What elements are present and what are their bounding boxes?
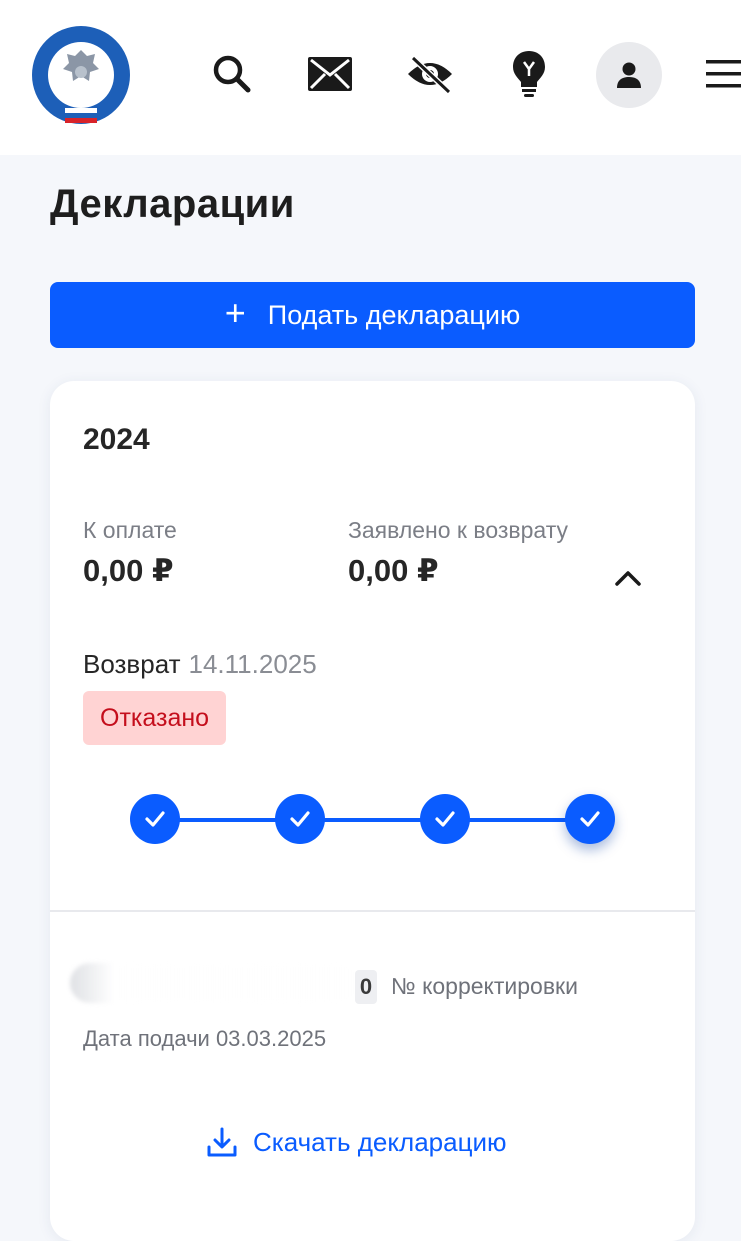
declaration-card: 2024 К оплате 0,00 ₽ Заявлено к возврату… [50,381,695,1241]
declared-refund-label: Заявлено к возврату [348,517,569,543]
download-icon [207,1127,237,1157]
progress-step-3 [420,794,470,844]
plus-icon: + [224,292,246,333]
progress-step-1 [130,794,180,844]
check-icon [435,811,455,827]
page-title: Декларации [50,182,295,226]
card-divider [50,910,695,912]
download-label: Скачать декларацию [253,1126,507,1157]
refund-date: 14.11.2025 [188,649,317,679]
declaration-year: 2024 [83,423,150,456]
fns-emblem-icon[interactable] [30,24,132,126]
correction-label: № корректировки [391,973,578,999]
redacted-region [70,963,360,1003]
refund-label: Возврат [83,649,181,679]
check-icon [145,811,165,827]
to-pay-value: 0,00 ₽ [83,553,174,588]
check-icon [580,811,600,827]
mail-icon[interactable] [300,44,360,104]
profile-icon[interactable] [596,42,662,108]
check-icon [290,811,310,827]
refund-line: Возврат 14.11.2025 [83,649,317,680]
hide-eye-icon[interactable] [400,44,460,104]
submit-declaration-label: Подать декларацию [267,299,521,330]
filed-date: Дата подачи 03.03.2025 [83,1026,327,1051]
correction-number: 0 [355,970,377,1004]
status-badge: Отказано [83,691,227,745]
download-declaration-link[interactable]: Скачать декларацию [205,1125,507,1159]
progress-step-2 [275,794,325,844]
to-pay-label: К оплате [83,517,177,543]
submit-declaration-button[interactable]: + Подать декларацию [50,282,695,348]
lightbulb-icon[interactable] [499,44,559,104]
progress-track [156,818,590,822]
progress-tracker [130,794,616,846]
declared-refund-value: 0,00 ₽ [348,553,439,588]
app-header [0,0,741,155]
collapse-chevron-up-icon[interactable] [612,567,644,589]
progress-step-4 [565,794,615,844]
menu-icon[interactable] [700,44,741,104]
search-icon[interactable] [202,44,262,104]
